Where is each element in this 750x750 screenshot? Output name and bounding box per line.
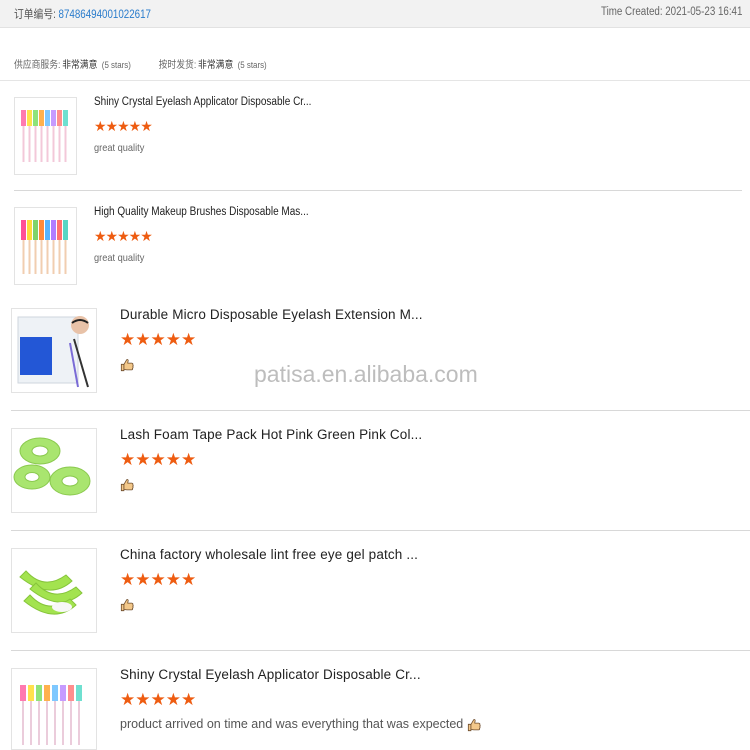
product-thumbnail-5[interactable] — [11, 548, 97, 633]
watermark: patisa.en.alibaba.com — [254, 361, 478, 387]
product-thumbnail-3[interactable] — [11, 308, 97, 393]
time-created: Time Created: 2021-05-23 16:41 — [600, 6, 742, 18]
order-header: 订单编号: 87486494001022617 Time Created: 20… — [0, 0, 750, 28]
micro-brush-pack-image — [17, 316, 89, 388]
on-time-delivery-label: 按时发货: — [158, 60, 197, 71]
divider — [14, 190, 742, 191]
seller-ratings: 供应商服务: 非常满意 (5 stars) 按时发货: 非常满意 (5 stars) — [14, 56, 267, 71]
review-title[interactable]: Shiny Crystal Eyelash Applicator Disposa… — [120, 667, 421, 682]
review-title[interactable]: Shiny Crystal Eyelash Applicator Disposa… — [94, 96, 311, 108]
on-time-delivery-count: (5 stars) — [237, 60, 267, 70]
divider — [0, 80, 750, 81]
divider — [11, 530, 750, 531]
divider — [11, 410, 750, 411]
thumbs-up-icon — [467, 718, 481, 732]
product-thumbnail-4[interactable] — [11, 428, 97, 513]
green-tape-rolls-image — [13, 437, 91, 496]
supplier-service-count: (5 stars) — [101, 60, 131, 70]
review-title[interactable]: Lash Foam Tape Pack Hot Pink Green Pink … — [120, 427, 422, 442]
colorful-mascara-wands-image — [20, 685, 82, 745]
star-rating: ★★★★★ — [120, 570, 197, 589]
review-comment: great quality — [94, 252, 145, 264]
product-thumbnail-1[interactable] — [14, 97, 77, 175]
review-comment-line: product arrived on time and was everythi… — [120, 717, 481, 732]
review-title[interactable]: China factory wholesale lint free eye ge… — [120, 547, 418, 562]
order-number-line: 订单编号: 87486494001022617 — [14, 6, 151, 22]
divider — [11, 650, 750, 651]
review-comment-line — [120, 477, 134, 492]
thumbs-up-icon — [120, 358, 134, 372]
order-number-label: 订单编号: — [14, 9, 56, 21]
colorful-mascara-wands-image — [21, 220, 68, 274]
thumbs-up-icon — [120, 598, 134, 612]
order-number-link[interactable]: 87486494001022617 — [59, 9, 151, 21]
product-thumbnail-6[interactable] — [11, 668, 97, 750]
review-comment: great quality — [94, 142, 145, 154]
star-rating: ★★★★★ — [94, 118, 153, 134]
eye-gel-patches-image — [19, 570, 83, 615]
thumbs-up-icon — [120, 478, 134, 492]
review-comment: product arrived on time and was everythi… — [120, 717, 464, 731]
review-comment-line — [120, 357, 134, 372]
star-rating: ★★★★★ — [120, 450, 197, 469]
on-time-delivery-value: 非常满意 — [198, 60, 234, 71]
product-thumbnail-2[interactable] — [14, 207, 77, 285]
review-title[interactable]: High Quality Makeup Brushes Disposable M… — [94, 206, 309, 218]
star-rating: ★★★★★ — [120, 330, 197, 349]
supplier-service-value: 非常满意 — [62, 60, 98, 71]
colorful-mascara-wands-image — [21, 110, 68, 162]
star-rating: ★★★★★ — [120, 690, 197, 709]
star-rating: ★★★★★ — [94, 228, 153, 244]
supplier-service-label: 供应商服务: — [14, 60, 61, 71]
review-comment-line — [120, 597, 134, 612]
review-title[interactable]: Durable Micro Disposable Eyelash Extensi… — [120, 307, 423, 322]
